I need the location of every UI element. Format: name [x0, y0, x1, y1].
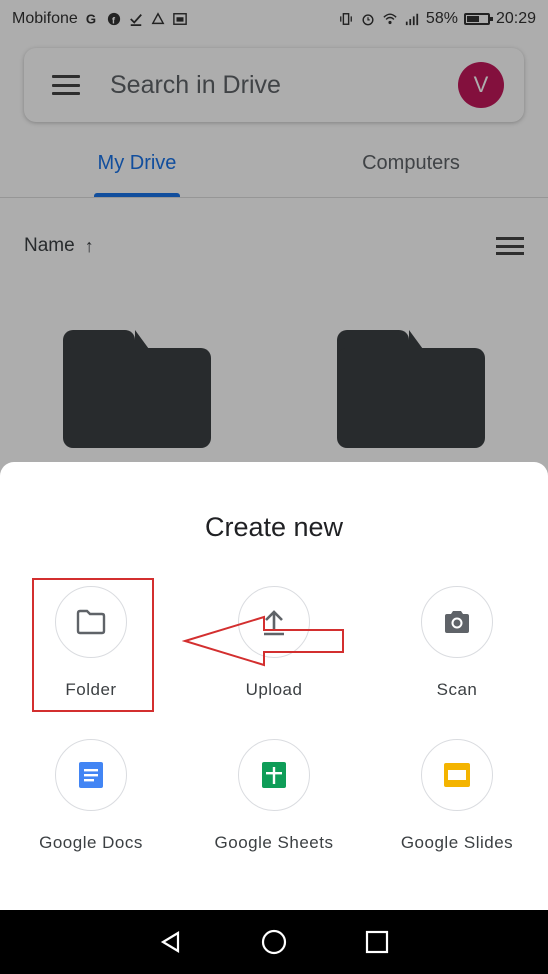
sheet-title: Create new	[204, 512, 344, 542]
action-label: Google Slides	[400, 833, 514, 852]
folder-outline-icon	[76, 609, 106, 635]
create-folder-button[interactable]: Folder	[0, 586, 182, 700]
google-docs-button[interactable]: Google Docs	[0, 739, 182, 853]
annotation-arrow-icon	[182, 615, 344, 667]
action-label: Google Docs	[39, 833, 143, 852]
action-label: Google Sheets	[214, 833, 334, 852]
action-label: Upload	[245, 680, 303, 699]
action-circle	[55, 586, 127, 658]
scan-button[interactable]: Scan	[366, 586, 548, 700]
action-circle	[421, 739, 493, 811]
recents-square-icon	[365, 930, 388, 954]
back-triangle-icon	[161, 931, 180, 953]
create-new-sheet: Create new Folder Upload Scan Google Doc…	[0, 462, 548, 910]
google-sheets-button[interactable]: Google Sheets	[183, 739, 365, 853]
home-button[interactable]	[254, 922, 294, 962]
google-slides-button[interactable]: Google Slides	[366, 739, 548, 853]
action-circle	[55, 739, 127, 811]
action-label: Folder	[65, 680, 117, 699]
action-circle	[238, 739, 310, 811]
google-sheets-icon	[262, 762, 286, 788]
camera-icon	[445, 611, 469, 633]
google-docs-icon	[79, 762, 103, 788]
recents-button[interactable]	[357, 922, 397, 962]
home-circle-icon	[261, 929, 287, 955]
back-button[interactable]	[151, 922, 191, 962]
action-label: Scan	[436, 680, 478, 699]
system-nav-bar	[0, 910, 548, 974]
action-circle	[421, 586, 493, 658]
google-slides-icon	[444, 763, 470, 787]
